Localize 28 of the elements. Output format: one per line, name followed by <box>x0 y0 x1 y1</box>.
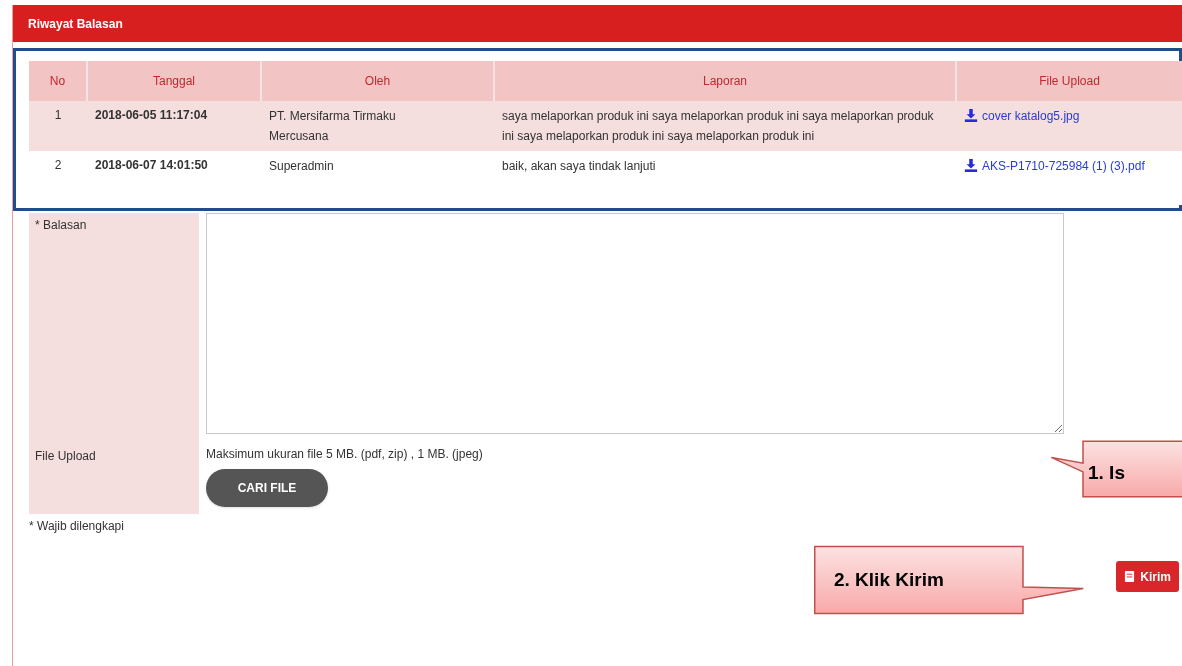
table-cell: 2018-06-05 11:17:04 <box>87 101 261 151</box>
table-cell: 2 <box>29 151 87 205</box>
column-header: No <box>29 61 87 101</box>
file-link[interactable]: cover katalog5.jpg <box>964 109 1080 123</box>
download-icon <box>964 158 978 172</box>
browse-button[interactable]: CARI FILE <box>206 469 328 507</box>
column-header: File Upload <box>956 61 1182 101</box>
panel-title: Riwayat Balasan <box>28 15 123 33</box>
upload-hint: Maksimum ukuran file 5 MB. (pdf, zip) , 1 MB. (jpeg) <box>206 446 483 463</box>
download-icon <box>964 108 978 122</box>
column-header: Oleh <box>261 61 494 101</box>
column-header: Laporan <box>494 61 956 101</box>
save-icon <box>1124 571 1136 582</box>
table-cell: saya melaporkan produk ini saya melaporkan produk ini saya melaporkan produk ini saya melaporkan produk ini saya melaporkan produk ini <box>494 101 956 151</box>
reply-label: * Balasan <box>35 218 87 232</box>
file-link[interactable]: AKS-P1710-725984 (1) (3).pdf <box>964 159 1145 173</box>
column-header: Tanggal <box>87 61 261 101</box>
upload-label: File Upload <box>35 449 96 463</box>
required-note: * Wajib dilengkapi <box>29 518 124 535</box>
table-cell: baik, akan saya tindak lanjuti <box>494 151 956 205</box>
callout: 1. Is <box>1050 440 1182 498</box>
submit-button[interactable]: Kirim <box>1116 561 1179 592</box>
reply-field[interactable] <box>206 213 1064 434</box>
table-cell: Superadmin <box>261 151 494 205</box>
table-cell: 2018-06-07 14:01:50 <box>87 151 261 205</box>
callout: 2. Klik Kirim <box>812 545 1086 615</box>
table-cell: 1 <box>29 101 87 151</box>
table-cell: PT. Mersifarma Tirmaku Mercusana <box>261 101 494 151</box>
